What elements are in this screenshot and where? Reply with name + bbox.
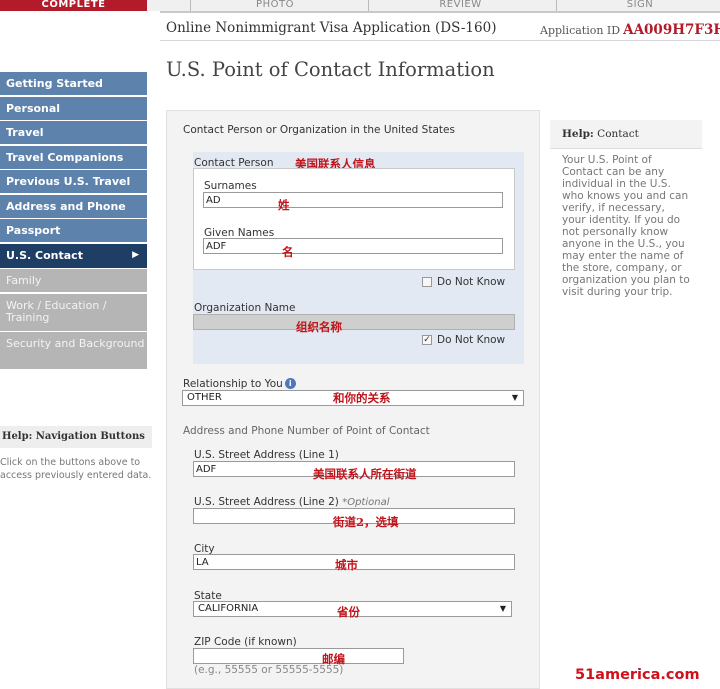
annotation-state: 省份 (337, 605, 360, 619)
header-divider (160, 40, 720, 41)
dropdown-arrow-icon: ▼ (499, 604, 506, 613)
organization-name-input[interactable] (193, 314, 515, 330)
sidebar-item-work-education: Work / Education / Training (0, 293, 147, 331)
navigation-help-text: Click on the buttons above to access pre… (0, 457, 152, 481)
progress-bar: COMPLETE PHOTO REVIEW SIGN (0, 0, 720, 11)
annotation-street2: 街道2，选填 (333, 515, 399, 529)
organization-name-label: Organization Name (194, 302, 296, 314)
help-title: Help: Contact (550, 120, 702, 149)
caret-right-icon: ▶ (132, 249, 139, 260)
sidebar-item-personal[interactable]: Personal (0, 96, 147, 120)
sidebar-item-label: Family (6, 274, 42, 287)
sidebar-item-travel-companions[interactable]: Travel Companions (0, 145, 147, 169)
sidebar-item-label: Previous U.S. Travel (6, 175, 131, 188)
organization-do-not-know[interactable]: ✓ Do Not Know (422, 334, 505, 346)
do-not-know-label: Do Not Know (437, 334, 506, 346)
info-icon[interactable]: i (284, 378, 296, 389)
header-rule (160, 11, 720, 13)
sidebar-item-us-contact[interactable]: U.S. Contact ▶ (0, 243, 147, 268)
sidebar-item-label: Getting Started (6, 77, 103, 90)
annotation-given-name: 名 (282, 245, 294, 259)
sidebar-item-label: Passport (6, 224, 61, 237)
progress-step-photo: PHOTO (256, 0, 294, 10)
progress-step-sign: SIGN (626, 0, 654, 10)
sidebar-item-getting-started[interactable]: Getting Started (0, 72, 147, 95)
sidebar-item-label: U.S. Contact (6, 248, 83, 262)
annotation-surname: 姓 (278, 198, 290, 212)
app-title: Online Nonimmigrant Visa Application (DS… (166, 20, 497, 36)
contact-person-do-not-know[interactable]: Do Not Know (422, 276, 505, 288)
watermark: 51america.com (575, 667, 700, 683)
help-title-text: Contact (597, 128, 639, 140)
progress-divider (556, 0, 557, 11)
zip-label: ZIP Code (if known) (194, 636, 297, 648)
sidebar-item-label: Address and Phone (6, 199, 126, 213)
application-id-label: Application ID (540, 24, 621, 37)
annotation-city: 城市 (335, 558, 358, 572)
help-text: Your U.S. Point of Contact can be any in… (562, 154, 690, 298)
relationship-selected-value: OTHER (187, 392, 222, 403)
street1-label: U.S. Street Address (Line 1) (194, 449, 339, 461)
do-not-know-label: Do Not Know (437, 276, 506, 288)
help-title-prefix: Help: (562, 128, 594, 140)
given-names-input[interactable] (203, 238, 503, 254)
annotation-relationship: 和你的关系 (333, 391, 391, 405)
surnames-label: Surnames (204, 180, 257, 192)
relationship-label-text: Relationship to You (183, 378, 283, 390)
optional-marker: *Optional (342, 497, 390, 508)
zip-input[interactable] (193, 648, 404, 664)
sidebar-item-passport[interactable]: Passport (0, 219, 147, 242)
sidebar-item-label: Work / Education / Training (6, 298, 107, 324)
state-selected-value: CALIFORNIA (198, 603, 259, 614)
progress-step-review: REVIEW (439, 0, 482, 10)
dropdown-arrow-icon: ▼ (511, 393, 518, 402)
sidebar-item-travel[interactable]: Travel (0, 121, 147, 144)
annotation-organization: 组织名称 (296, 320, 342, 334)
zip-format-hint: (e.g., 55555 or 55555-5555) (194, 664, 344, 676)
sidebar-item-label: Travel (6, 126, 44, 139)
section-address-heading: Address and Phone Number of Point of Con… (183, 425, 430, 437)
sidebar-item-label: Personal (6, 101, 61, 115)
street2-label: U.S. Street Address (Line 2) *Optional (194, 496, 389, 508)
surnames-input[interactable] (203, 192, 503, 208)
navigation-help-title: Help: Navigation Buttons (0, 426, 152, 448)
sidebar-item-previous-us-travel[interactable]: Previous U.S. Travel (0, 170, 147, 193)
sidebar-item-security-background: Security and Background (0, 332, 147, 369)
progress-step-complete: COMPLETE (0, 0, 147, 11)
sidebar-item-family: Family (0, 269, 147, 292)
sidebar-item-label: Security and Background (6, 337, 145, 350)
do-not-know-checkbox[interactable] (422, 277, 432, 287)
page-title: U.S. Point of Contact Information (166, 58, 495, 81)
navigation-help: Help: Navigation Buttons Click on the bu… (0, 426, 152, 482)
do-not-know-checkbox-checked[interactable]: ✓ (422, 335, 432, 345)
application-id-value: AA009H7F3H (623, 22, 720, 38)
section-contact-heading: Contact Person or Organization in the Un… (183, 124, 455, 136)
annotation-street1: 美国联系人所在街道 (313, 467, 417, 481)
sidebar-nav: Getting Started Personal Travel Travel C… (0, 72, 147, 371)
relationship-label: Relationship to You i (183, 378, 296, 390)
application-id: Application ID AA009H7F3H (540, 19, 720, 38)
sidebar-item-label: Travel Companions (6, 150, 124, 164)
help-panel: Help: Contact Your U.S. Point of Contact… (550, 120, 702, 350)
sidebar-item-address-and-phone[interactable]: Address and Phone (0, 194, 147, 218)
street2-label-text: U.S. Street Address (Line 2) (194, 496, 339, 508)
